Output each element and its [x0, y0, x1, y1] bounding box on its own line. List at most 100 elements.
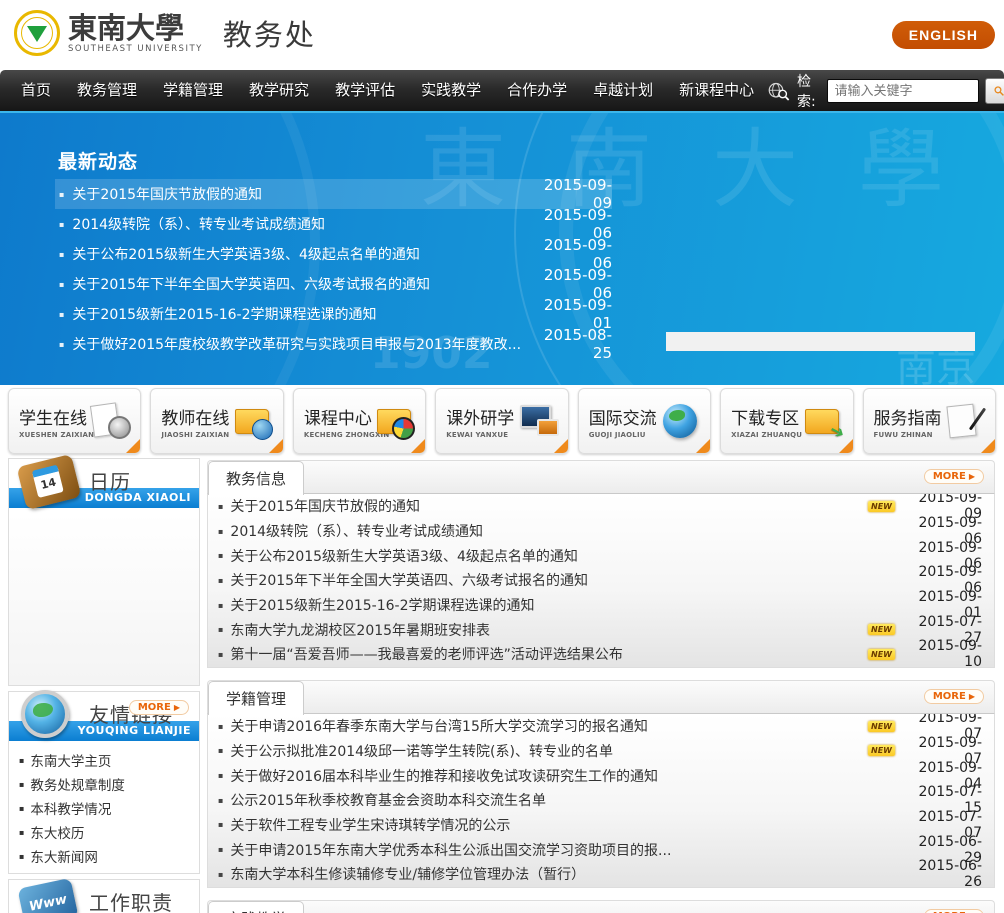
news-title[interactable]: 关于公示拟批准2014级邱一诺等学生转院(系)、转专业的名单: [230, 741, 868, 761]
banner-news-title[interactable]: 关于公布2015级新生大学英语3级、4级起点名单的通知: [72, 244, 527, 264]
globe-link-icon: [21, 690, 69, 738]
sidebar-link[interactable]: ▪ 东大校历: [19, 820, 199, 844]
news-title[interactable]: 第十一届“吾爱吾师——我最喜爱的老师评选”活动评选结果公布: [230, 644, 868, 664]
news-row[interactable]: ▪ 关于软件工程专业学生宋诗琪转学情况的公示 2015-07-07: [208, 809, 994, 841]
banner-news-row[interactable]: ▪ 关于2015年下半年全国大学英语四、六级考试报名的通知 2015-09-06: [55, 266, 612, 302]
corner-decoration: [696, 439, 711, 453]
news-row[interactable]: ▪ 关于公布2015级新生大学英语3级、4级起点名单的通知 2015-09-06: [208, 540, 994, 572]
bullet-icon: ▪: [218, 869, 224, 879]
nav-item[interactable]: 新课程中心: [666, 70, 767, 111]
banner-news-row[interactable]: ▪ 2014级转院（系）、转专业考试成绩通知 2015-09-06: [55, 206, 612, 242]
quick-link-card[interactable]: 课外研学 KEWAI YANXUE: [435, 388, 569, 454]
news-row[interactable]: ▪ 东南大学九龙湖校区2015年暑期班安排表 NEW 2015-07-27: [208, 614, 994, 646]
more-button[interactable]: MORE ▶: [923, 688, 984, 704]
news-row[interactable]: ▪ 关于2015级新生2015-16-2学期课程选课的通知 2015-09-01: [208, 589, 994, 621]
quick-link-card[interactable]: 课程中心 KECHENG ZHONGXIN: [292, 388, 427, 454]
banner-news-title[interactable]: 关于2015级新生2015-16-2学期课程选课的通知: [72, 304, 527, 324]
news-row[interactable]: ▪ 关于2015年国庆节放假的通知 NEW 2015-09-09: [208, 490, 994, 522]
search-button[interactable]: 搜索: [985, 77, 1004, 104]
document-clock-icon: [90, 400, 132, 442]
quick-link-title: 课外研学: [446, 408, 515, 429]
quick-link-card[interactable]: 服务指南 FUWU ZHINAN: [862, 388, 996, 454]
banner-news-row[interactable]: ▪ 关于2015年国庆节放假的通知 2015-09-09: [55, 176, 612, 212]
news-title[interactable]: 关于软件工程专业学生宋诗琪转学情况的公示: [230, 815, 902, 835]
news-title[interactable]: 关于申请2016年春季东南大学与台湾15所大学交流学习的报名通知: [230, 716, 868, 736]
more-label: MORE: [932, 471, 966, 482]
banner-news-title[interactable]: 关于2015年下半年全国大学英语四、六级考试报名的通知: [72, 274, 527, 294]
sidebar-link-label[interactable]: 东大校历: [30, 822, 84, 842]
nav-item[interactable]: 学籍管理: [150, 70, 236, 111]
more-button[interactable]: MORE ▶: [923, 469, 984, 484]
search-label: 检索:: [797, 73, 816, 110]
quick-link-card[interactable]: 学生在线 XUESHEN ZAIXIAN: [8, 388, 142, 454]
news-title[interactable]: 东南大学本科生修读辅修专业/辅修学位管理办法（暂行）: [230, 864, 902, 884]
banner-news-title[interactable]: 关于2015年国庆节放假的通知: [72, 184, 527, 204]
tab-jiaowu-xinxi[interactable]: 教务信息: [208, 461, 305, 495]
banner-title: 最新动态: [58, 151, 139, 173]
quick-link-pinyin: JIAOSHI ZAIXIAN: [161, 430, 230, 439]
sidebar-link-label[interactable]: 东南大学主页: [30, 750, 111, 770]
new-badge: NEW: [868, 720, 895, 732]
tab-xueji-guanli[interactable]: 学籍管理: [208, 680, 305, 715]
nav-item[interactable]: 教学研究: [236, 70, 322, 111]
news-row[interactable]: ▪ 东南大学本科生修读辅修专业/辅修学位管理办法（暂行） 2015-06-26: [208, 858, 994, 890]
news-title[interactable]: 关于申请2015年东南大学优秀本科生公派出国交流学习资助项目的报...: [230, 840, 902, 860]
tab-shijian-jiaoxue[interactable]: 实践教学: [208, 900, 305, 913]
news-row[interactable]: ▪ 关于申请2015年东南大学优秀本科生公派出国交流学习资助项目的报... 20…: [208, 834, 994, 866]
corner-decoration: [268, 439, 283, 453]
news-title[interactable]: 关于2015年国庆节放假的通知: [230, 496, 868, 516]
search-input[interactable]: [827, 78, 980, 103]
nav-item[interactable]: 合作办学: [494, 70, 580, 111]
news-title[interactable]: 公示2015年秋季校教育基金会资助本科交流生名单: [230, 790, 902, 810]
sidebar-link-label[interactable]: 教务处规章制度: [30, 774, 125, 794]
sidebar-link[interactable]: ▪ 东南大学主页: [19, 748, 199, 772]
news-row[interactable]: ▪ 关于做好2016届本科毕业生的推荐和接收免试攻读研究生工作的通知 2015-…: [208, 760, 994, 792]
banner-news-row[interactable]: ▪ 关于2015级新生2015-16-2学期课程选课的通知 2015-09-01: [55, 296, 612, 332]
nav-item[interactable]: 教务管理: [64, 70, 150, 111]
news-title[interactable]: 关于2015年下半年全国大学英语四、六级考试报名的通知: [230, 570, 902, 590]
news-title[interactable]: 关于2015级新生2015-16-2学期课程选课的通知: [230, 595, 902, 615]
banner-news-row[interactable]: ▪ 关于公布2015级新生大学英语3级、4级起点名单的通知 2015-09-06: [55, 236, 612, 272]
sidebar-link[interactable]: ▪ 东大新闻网: [19, 844, 199, 868]
news-row[interactable]: ▪ 第十一届“吾爱吾师——我最喜爱的老师评选”活动评选结果公布 NEW 2015…: [208, 638, 994, 670]
news-row[interactable]: ▪ 公示2015年秋季校教育基金会资助本科交流生名单 2015-07-15: [208, 784, 994, 816]
news-title[interactable]: 东南大学九龙湖校区2015年暑期班安排表: [230, 620, 868, 640]
news-title[interactable]: 关于公布2015级新生大学英语3级、4级起点名单的通知: [230, 546, 902, 566]
quick-link-card[interactable]: 下载专区 XIAZAI ZHUANQU: [720, 388, 854, 454]
bullet-icon: ▪: [218, 795, 224, 805]
banner-news-row[interactable]: ▪ 关于做好2015年度校级教学改革研究与实践项目申报与2013年度教改... …: [55, 326, 612, 362]
sidebar-link-label[interactable]: 本科教学情况: [30, 798, 111, 818]
banner-news-title[interactable]: 2014级转院（系）、转专业考试成绩通知: [72, 214, 527, 234]
nav-item[interactable]: 教学评估: [322, 70, 408, 111]
sidebar-links-list: ▪ 东南大学主页 ▪ 教务处规章制度 ▪ 本科教学情况 ▪ 东大校历 ▪ 东大新…: [9, 746, 199, 868]
banner-news-title[interactable]: 关于做好2015年度校级教学改革研究与实践项目申报与2013年度教改...: [72, 334, 527, 354]
sidebar-link[interactable]: ▪ 教务处规章制度: [19, 772, 199, 796]
quick-link-card[interactable]: 国际交流 GUOJI JIAOLIU: [577, 388, 712, 454]
news-row[interactable]: ▪ 2014级转院（系）、转专业考试成绩通知 2015-09-06: [208, 515, 994, 547]
nav-item[interactable]: 卓越计划: [580, 70, 666, 111]
quick-link-pinyin: KEWAI YANXUE: [446, 430, 509, 439]
new-badge: NEW: [868, 500, 895, 512]
bullet-icon: ▪: [218, 820, 224, 830]
sidebar-link[interactable]: ▪ 本科教学情况: [19, 796, 199, 820]
www-device-icon: Www: [17, 877, 79, 913]
sidebar-link-label[interactable]: 东大新闻网: [30, 846, 98, 866]
more-arrow-icon: ▶: [173, 703, 180, 712]
english-button[interactable]: ENGLISH: [891, 21, 995, 49]
nav-item[interactable]: 首页: [8, 70, 64, 111]
news-title[interactable]: 2014级转院（系）、转专业考试成绩通知: [230, 521, 902, 541]
bullet-icon: ▪: [218, 721, 224, 731]
sidebar-links-card: YOUQING LIANJIE 友情链接 ▪ 东南大学主页 ▪ 教务处规章制度: [8, 690, 200, 874]
news-row[interactable]: ▪ 关于公示拟批准2014级邱一诺等学生转院(系)、转专业的名单 NEW 201…: [208, 735, 994, 767]
news-row[interactable]: ▪ 关于申请2016年春季东南大学与台湾15所大学交流学习的报名通知 NEW 2…: [208, 710, 994, 742]
bullet-icon: ▪: [59, 249, 65, 259]
sidebar-more-button[interactable]: MORE ▶: [128, 700, 189, 715]
university-name-cn: 東南大學: [68, 10, 185, 45]
quick-link-card[interactable]: 教师在线 JIAOSHI ZAIXIAN: [150, 388, 284, 454]
quick-link-pinyin: FUWU ZHINAN: [873, 430, 933, 439]
corner-decoration: [411, 439, 426, 453]
news-title[interactable]: 关于做好2016届本科毕业生的推荐和接收免试攻读研究生工作的通知: [230, 766, 902, 786]
news-row[interactable]: ▪ 关于2015年下半年全国大学英语四、六级考试报名的通知 2015-09-06: [208, 564, 994, 596]
more-button[interactable]: MORE ▶: [923, 908, 984, 913]
nav-item[interactable]: 实践教学: [408, 70, 494, 111]
